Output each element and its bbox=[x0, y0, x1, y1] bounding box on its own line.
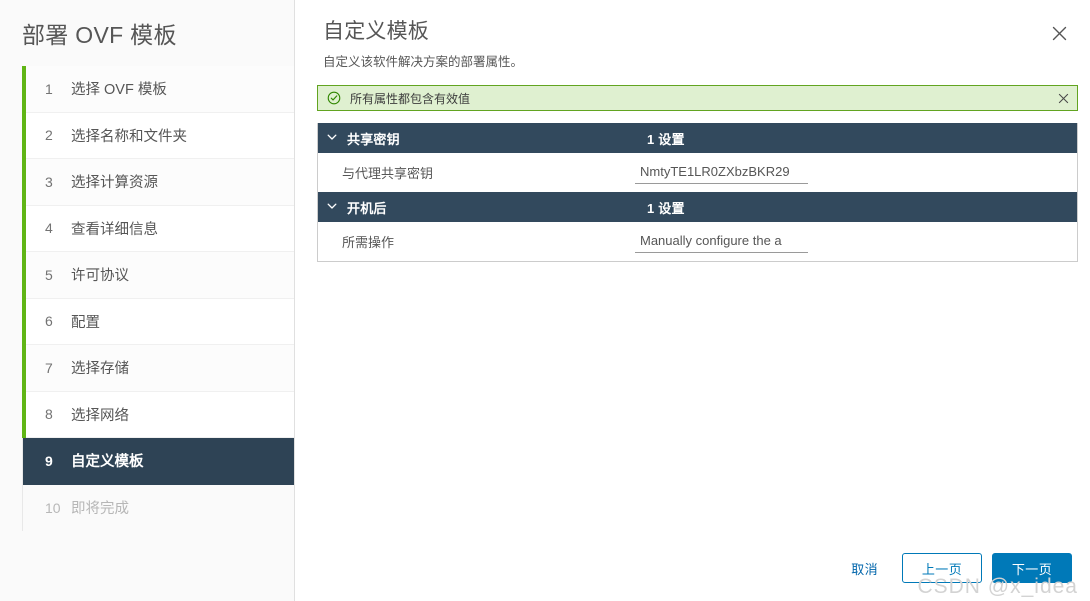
sidebar-step-8[interactable]: 8 选择网络 bbox=[23, 392, 294, 439]
step-number: 1 bbox=[45, 81, 63, 97]
property-row: 所需操作 bbox=[318, 222, 1077, 261]
page-subtitle: 自定义该软件解决方案的部署属性。 bbox=[295, 46, 1090, 71]
step-label: 自定义模板 bbox=[71, 450, 144, 471]
step-label: 选择网络 bbox=[71, 404, 129, 425]
step-number: 6 bbox=[45, 313, 63, 329]
sidebar-step-5[interactable]: 5 许可协议 bbox=[23, 252, 294, 299]
close-icon[interactable] bbox=[1042, 16, 1076, 50]
step-label: 查看详细信息 bbox=[71, 218, 158, 239]
step-number: 10 bbox=[45, 500, 63, 516]
step-label: 选择 OVF 模板 bbox=[71, 78, 167, 99]
next-button[interactable]: 下一页 bbox=[992, 553, 1072, 583]
property-group-count: 1 设置 bbox=[647, 129, 685, 148]
progress-rail bbox=[22, 66, 26, 438]
property-group-header[interactable]: 共享密钥1 设置 bbox=[318, 123, 1077, 153]
step-label: 选择名称和文件夹 bbox=[71, 125, 187, 146]
property-group-count: 1 设置 bbox=[647, 198, 685, 217]
step-label: 选择计算资源 bbox=[71, 171, 158, 192]
step-label: 即将完成 bbox=[71, 497, 129, 518]
property-input[interactable] bbox=[635, 230, 808, 253]
property-group-header[interactable]: 开机后1 设置 bbox=[318, 192, 1077, 222]
chevron-down-icon bbox=[326, 131, 340, 145]
step-number: 2 bbox=[45, 127, 63, 143]
validation-alert: 所有属性都包含有效值 bbox=[317, 85, 1078, 111]
step-number: 7 bbox=[45, 360, 63, 376]
wizard-steps-wrap: 1 选择 OVF 模板 2 选择名称和文件夹 3 选择计算资源 4 查看详细信息 5 许可协议 6配… bbox=[0, 66, 294, 601]
cancel-button[interactable]: 取消 bbox=[837, 553, 892, 583]
step-label: 许可协议 bbox=[71, 264, 129, 285]
wizard-main-panel: 自定义模板 自定义该软件解决方案的部署属性。 所有属性都包含有效值 共享密钥1 … bbox=[295, 0, 1090, 601]
property-label: 所需操作 bbox=[342, 232, 635, 251]
alert-close-icon[interactable] bbox=[1055, 90, 1071, 106]
step-label: 选择存储 bbox=[71, 357, 129, 378]
step-label: 配置 bbox=[71, 311, 100, 332]
property-field bbox=[635, 230, 1077, 253]
property-group-name: 开机后 bbox=[347, 198, 647, 217]
sidebar-step-6[interactable]: 6 配置 bbox=[23, 299, 294, 346]
sidebar-step-4[interactable]: 4 查看详细信息 bbox=[23, 206, 294, 253]
sidebar-step-9[interactable]: 9 自定义模板 bbox=[23, 438, 294, 485]
step-number: 8 bbox=[45, 406, 63, 422]
sidebar-step-10: 10 即将完成 bbox=[23, 485, 294, 532]
properties-table: 共享密钥1 设置与代理共享密钥开机后1 设置所需操作 bbox=[317, 123, 1078, 262]
property-row: 与代理共享密钥 bbox=[318, 153, 1077, 192]
property-group-name: 共享密钥 bbox=[347, 129, 647, 148]
sidebar-step-3[interactable]: 3 选择计算资源 bbox=[23, 159, 294, 206]
step-number: 9 bbox=[45, 453, 63, 469]
page-title: 自定义模板 bbox=[295, 0, 1090, 46]
step-number: 4 bbox=[45, 220, 63, 236]
property-label: 与代理共享密钥 bbox=[342, 163, 635, 182]
property-field bbox=[635, 161, 1077, 184]
check-circle-icon bbox=[327, 91, 341, 105]
wizard-footer: 取消 上一页 下一页 bbox=[837, 553, 1072, 583]
sidebar-step-7[interactable]: 7 选择存储 bbox=[23, 345, 294, 392]
wizard-step-list: 1 选择 OVF 模板 2 选择名称和文件夹 3 选择计算资源 4 查看详细信息 5 许可协议 6配… bbox=[22, 66, 294, 531]
back-button[interactable]: 上一页 bbox=[902, 553, 982, 583]
sidebar-step-1[interactable]: 1 选择 OVF 模板 bbox=[23, 66, 294, 113]
alert-message: 所有属性都包含有效值 bbox=[350, 90, 1055, 107]
sidebar-step-2[interactable]: 2 选择名称和文件夹 bbox=[23, 113, 294, 160]
wizard-title: 部署 OVF 模板 bbox=[0, 0, 294, 66]
step-number: 3 bbox=[45, 174, 63, 190]
step-number: 5 bbox=[45, 267, 63, 283]
wizard-sidebar: 部署 OVF 模板 1 选择 OVF 模板 2 选择名称和文件夹 3 选择计算资源 4 查看详… bbox=[0, 0, 295, 601]
deploy-ovf-wizard: 部署 OVF 模板 1 选择 OVF 模板 2 选择名称和文件夹 3 选择计算资源 4 查看详… bbox=[0, 0, 1090, 601]
property-input[interactable] bbox=[635, 161, 808, 184]
chevron-down-icon bbox=[326, 200, 340, 214]
